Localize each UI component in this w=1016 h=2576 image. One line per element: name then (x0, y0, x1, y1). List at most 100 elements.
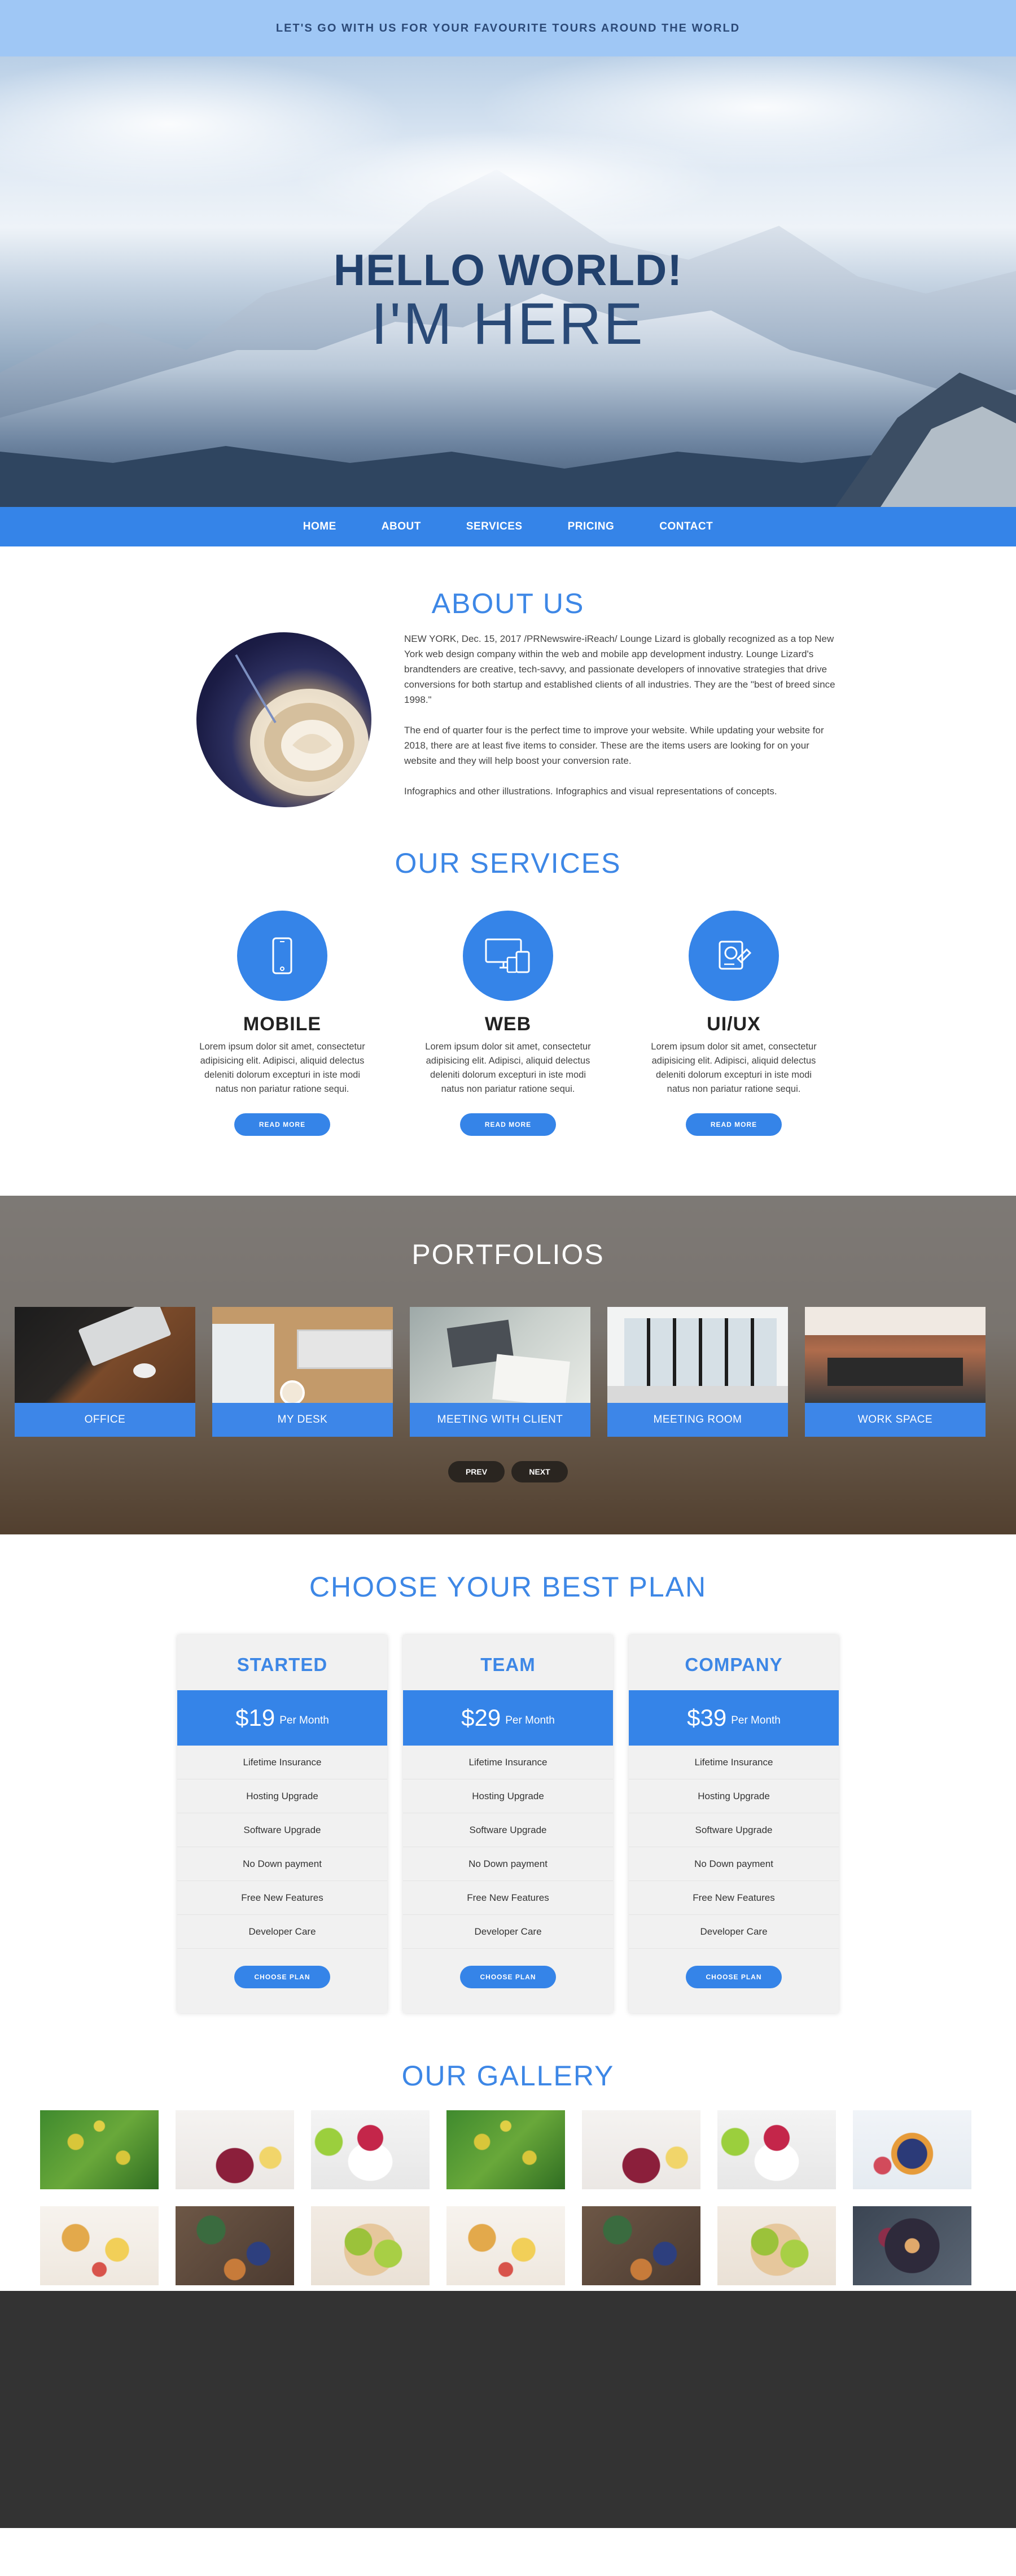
read-more-button[interactable]: READ MORE (234, 1113, 330, 1136)
service-icon-circle (689, 911, 779, 1001)
price-period: Per Month (731, 1715, 781, 1726)
service-name: MOBILE (243, 1013, 322, 1035)
gallery-image-lemons[interactable] (40, 2110, 159, 2189)
gallery-image-breakfast-plates[interactable] (446, 2206, 565, 2285)
gallery-image-salad-platter[interactable] (176, 2206, 294, 2285)
read-more-button[interactable]: READ MORE (460, 1113, 556, 1136)
service-icon-circle (463, 911, 553, 1001)
plan-feature: Developer Care (403, 1915, 613, 1949)
coffee-cup-image (235, 654, 369, 796)
portfolio-item-work-space[interactable]: WORK SPACE (805, 1307, 986, 1437)
plan-price: $39 Per Month (629, 1690, 839, 1746)
plan-feature: Hosting Upgrade (629, 1779, 839, 1813)
desk-image (212, 1307, 393, 1403)
nav-home[interactable]: HOME (303, 521, 336, 533)
portfolio-caption: MEETING ROOM (607, 1403, 788, 1437)
portfolio-item-meeting-with-client[interactable]: MEETING WITH CLIENT (410, 1307, 590, 1437)
plan-feature: Software Upgrade (403, 1813, 613, 1847)
nav-services[interactable]: SERVICES (466, 521, 523, 533)
gallery-image-lemons[interactable] (446, 2110, 565, 2189)
gallery-image-smoothie[interactable] (176, 2110, 294, 2189)
portfolio-item-meeting-room[interactable]: MEETING ROOM (607, 1307, 788, 1437)
main-nav: HOME ABOUT SERVICES PRICING CONTACT (0, 507, 1016, 546)
gallery-image-breakfast-plates[interactable] (40, 2206, 159, 2285)
carousel-controls: PREV NEXT (0, 1461, 1016, 1482)
gallery-image-limes[interactable] (717, 2206, 836, 2285)
portfolio-caption: WORK SPACE (805, 1403, 986, 1437)
gallery-image-salad-platter[interactable] (582, 2206, 700, 2285)
choose-plan-button[interactable]: CHOOSE PLAN (686, 1966, 782, 1988)
portfolio-section: PORTFOLIOS OFFICE MY DESK MEETING WITH C… (0, 1196, 1016, 1534)
choose-plan-button[interactable]: CHOOSE PLAN (460, 1966, 556, 1988)
about-paragraph: Infographics and other illustrations. In… (404, 786, 777, 797)
plan-feature: Software Upgrade (177, 1813, 387, 1847)
price-amount: $39 (687, 1704, 727, 1731)
gallery-section: OUR GALLERY (0, 2048, 1016, 2291)
hero-heading: HELLO WORLD! (333, 245, 683, 295)
portfolio-item-office[interactable]: OFFICE (15, 1307, 195, 1437)
plan-card-company: COMPANY $39 Per Month Lifetime Insurance… (629, 1635, 839, 2013)
portfolio-item-my-desk[interactable]: MY DESK (212, 1307, 393, 1437)
read-more-button[interactable]: READ MORE (686, 1113, 782, 1136)
plan-feature: No Down payment (403, 1847, 613, 1881)
meeting-with-client-image (410, 1307, 590, 1403)
service-card-mobile: MOBILE Lorem ipsum dolor sit amet, conse… (186, 911, 378, 1136)
nav-pricing[interactable]: PRICING (568, 521, 615, 533)
choose-plan-button[interactable]: CHOOSE PLAN (234, 1966, 330, 1988)
devices-icon (485, 938, 530, 973)
plan-feature: Software Upgrade (629, 1813, 839, 1847)
work-space-image (805, 1307, 986, 1403)
hero-banner: HELLO WORLD! I'M HERE (0, 56, 1016, 507)
plan-features: Lifetime Insurance Hosting Upgrade Softw… (629, 1746, 839, 1949)
service-icon-circle (237, 911, 327, 1001)
portfolio-caption: MY DESK (212, 1403, 393, 1437)
service-name: UI/UX (707, 1013, 761, 1035)
gallery-image-fruit-bowl[interactable] (853, 2206, 971, 2285)
plan-feature: Free New Features (629, 1881, 839, 1915)
service-name: WEB (484, 1013, 532, 1035)
footer (0, 2291, 1016, 2528)
plan-feature: Hosting Upgrade (177, 1779, 387, 1813)
price-amount: $19 (235, 1704, 275, 1731)
plan-feature: No Down payment (629, 1847, 839, 1881)
plan-feature: Free New Features (177, 1881, 387, 1915)
gallery-image-raspberry-mug[interactable] (717, 2110, 836, 2189)
portfolio-caption: OFFICE (15, 1403, 195, 1437)
design-icon (719, 941, 752, 970)
plan-name: TEAM (480, 1654, 536, 1675)
plan-price: $19 Per Month (177, 1690, 387, 1746)
hero-title: HELLO WORLD! I'M HERE (0, 246, 1016, 354)
gallery-image-smoothie[interactable] (582, 2110, 700, 2189)
price-period: Per Month (279, 1715, 329, 1726)
gallery-image-acai-bowl[interactable] (853, 2110, 971, 2189)
about-text: NEW YORK, Dec. 15, 2017 /PRNewswire-iRea… (404, 631, 838, 814)
plan-feature: Developer Care (629, 1915, 839, 1949)
plan-feature: Lifetime Insurance (629, 1746, 839, 1779)
plan-name: STARTED (237, 1654, 328, 1675)
portfolio-carousel: OFFICE MY DESK MEETING WITH CLIENT MEETI… (15, 1307, 986, 1437)
gallery-image-raspberry-mug[interactable] (311, 2110, 430, 2189)
service-description: Lorem ipsum dolor sit amet, consectetur … (425, 1042, 591, 1094)
plan-price: $29 Per Month (403, 1690, 613, 1746)
portfolio-caption: MEETING WITH CLIENT (410, 1403, 590, 1437)
office-image (15, 1307, 195, 1403)
plan-feature: Hosting Upgrade (403, 1779, 613, 1813)
service-card-web: WEB Lorem ipsum dolor sit amet, consecte… (412, 911, 604, 1136)
plan-feature: Lifetime Insurance (177, 1746, 387, 1779)
next-button[interactable]: NEXT (511, 1461, 568, 1482)
service-description: Lorem ipsum dolor sit amet, consectetur … (199, 1042, 365, 1094)
about-photo (196, 632, 371, 807)
top-announcement-bar: LET'S GO WITH US FOR YOUR FAVOURITE TOUR… (0, 0, 1016, 56)
nav-about[interactable]: ABOUT (382, 521, 421, 533)
plan-name: COMPANY (685, 1654, 783, 1675)
plan-card-started: STARTED $19 Per Month Lifetime Insurance… (177, 1635, 387, 2013)
service-description: Lorem ipsum dolor sit amet, consectetur … (651, 1042, 817, 1094)
prev-button[interactable]: PREV (448, 1461, 505, 1482)
plan-feature: Lifetime Insurance (403, 1746, 613, 1779)
plan-feature: Free New Features (403, 1881, 613, 1915)
nav-contact[interactable]: CONTACT (659, 521, 713, 533)
gallery-image-limes[interactable] (311, 2206, 430, 2285)
service-card-uiux: UI/UX Lorem ipsum dolor sit amet, consec… (638, 911, 830, 1136)
plan-feature: Developer Care (177, 1915, 387, 1949)
gallery-title: OUR GALLERY (401, 2060, 615, 2092)
